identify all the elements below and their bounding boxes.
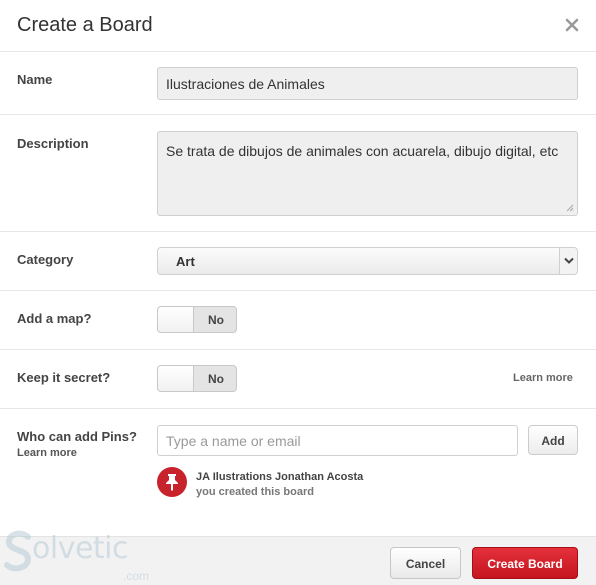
collaborator-search-input[interactable] bbox=[157, 425, 518, 456]
description-label: Description bbox=[17, 136, 89, 151]
create-board-dialog: Create a Board Name Ilustraciones de Ani… bbox=[0, 0, 596, 585]
pushpin-icon bbox=[166, 474, 178, 491]
secret-toggle[interactable]: No bbox=[157, 365, 237, 392]
close-button[interactable] bbox=[563, 16, 581, 34]
map-toggle-state: No bbox=[208, 313, 224, 327]
dialog-header: Create a Board bbox=[0, 0, 596, 52]
description-input[interactable]: Se trata de dibujos de animales con acua… bbox=[157, 131, 578, 216]
dialog-title: Create a Board bbox=[17, 14, 153, 36]
select-arrow-icon bbox=[564, 257, 574, 264]
close-icon bbox=[565, 18, 579, 32]
name-input[interactable]: Ilustraciones de Animales bbox=[157, 67, 578, 100]
watermark-s-icon bbox=[4, 530, 32, 572]
map-toggle-knob bbox=[158, 307, 194, 332]
secret-toggle-knob bbox=[158, 366, 194, 391]
owner-name: JA Ilustrations Jonathan Acosta bbox=[196, 471, 364, 483]
map-row: Add a map? bbox=[0, 291, 596, 350]
collaborators-learn-more-link[interactable]: Learn more bbox=[17, 447, 77, 459]
category-selected-value: Art bbox=[176, 254, 195, 269]
category-label: Category bbox=[17, 252, 74, 267]
secret-row: Keep it secret? Learn more bbox=[0, 350, 596, 409]
secret-label: Keep it secret? bbox=[17, 370, 111, 385]
owner-note: you created this board bbox=[196, 486, 314, 498]
description-value: Se trata de dibujos de animales con acua… bbox=[166, 143, 559, 159]
name-label: Name bbox=[17, 72, 53, 87]
create-board-button[interactable]: Create Board bbox=[472, 547, 578, 579]
watermark-brand: olvetic bbox=[32, 531, 129, 566]
collaborators-label: Who can add Pins? bbox=[17, 429, 137, 444]
secret-learn-more-link[interactable]: Learn more bbox=[513, 372, 573, 384]
resize-grip-icon[interactable] bbox=[566, 204, 574, 212]
add-collaborator-button[interactable]: Add bbox=[528, 425, 578, 455]
map-toggle[interactable]: No bbox=[157, 306, 237, 333]
cancel-button[interactable]: Cancel bbox=[390, 547, 461, 579]
secret-toggle-state: No bbox=[208, 372, 224, 386]
category-select[interactable]: Art bbox=[157, 247, 578, 275]
owner-avatar bbox=[157, 467, 187, 497]
select-arrow-button[interactable] bbox=[559, 248, 577, 274]
map-label: Add a map? bbox=[17, 311, 92, 326]
watermark-domain: .com bbox=[123, 569, 150, 583]
watermark-logo: olvetic .com bbox=[4, 525, 154, 583]
